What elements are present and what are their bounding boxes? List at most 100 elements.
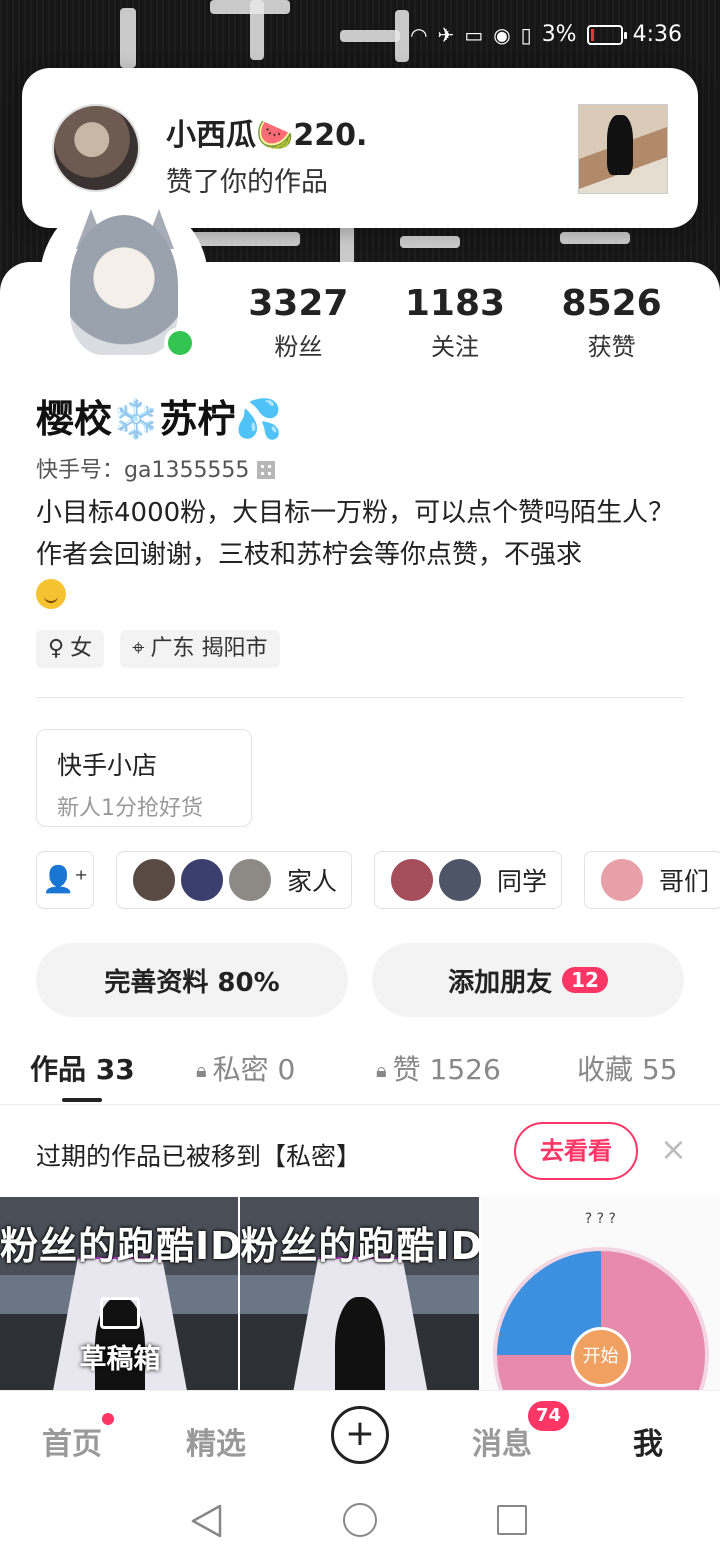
tab-private[interactable]: 🔒︎ 私密 0	[196, 1048, 295, 1088]
complete-profile-button[interactable]: 完善资料 80%	[36, 943, 348, 1017]
active-tab-indicator	[62, 1098, 102, 1102]
work-caption: 粉丝的跑酷ID在	[240, 1224, 479, 1268]
location-icon: ⌖	[132, 636, 145, 661]
content-tabs: 作品 33 🔒︎ 私密 0 🔒︎ 赞 1526 收藏 55	[0, 1048, 720, 1106]
location-tag: ⌖ 广东 揭阳市	[120, 630, 280, 668]
notification-avatar	[52, 104, 140, 192]
qr-code-icon[interactable]	[257, 461, 276, 479]
drafts-overlay: 草稿箱	[60, 1297, 180, 1376]
drafts-label: 草稿箱	[79, 1344, 161, 1375]
folder-icon	[100, 1297, 140, 1329]
work-thumbnail[interactable]: 粉丝的跑酷ID在	[240, 1197, 479, 1392]
gender-text: 女	[70, 636, 93, 661]
profile-tags: ♀ 女 ⌖ 广东 揭阳市	[36, 630, 280, 668]
kuaishou-id-text: 快手号：ga1355555	[36, 458, 250, 483]
female-icon: ♀	[48, 636, 65, 661]
location-text: 广东 揭阳市	[150, 636, 268, 661]
complete-profile-label: 完善资料 80%	[104, 967, 280, 998]
eye-icon: ◉	[493, 22, 511, 47]
member-avatar	[389, 857, 436, 903]
notification-action-text: 赞了你的作品	[166, 167, 328, 198]
group-label: 同学	[497, 867, 548, 896]
lock-icon: 🔒︎	[376, 1058, 387, 1082]
nav-featured[interactable]: 精选	[186, 1419, 246, 1463]
member-avatar	[179, 857, 225, 903]
vibrate-icon: ▯	[520, 22, 532, 47]
kuaishou-id[interactable]: 快手号：ga1355555	[36, 452, 276, 484]
works-grid: 粉丝的跑酷ID在 草稿箱 粉丝的跑酷ID在 ? ? ? 开始	[0, 1197, 720, 1392]
stat-value: 3327	[248, 283, 349, 324]
status-bar: ◠ ✈ ▭ ◉ ▯ 3% 4:36	[410, 22, 682, 47]
notice-text: 过期的作品已被移到【私密】	[36, 1142, 362, 1171]
group-label: 哥们	[659, 867, 710, 896]
wheel-start-label: 开始	[570, 1327, 631, 1387]
profile-nickname: 樱校❄️苏柠💦	[36, 397, 283, 441]
section-divider	[36, 697, 684, 698]
stat-value: 1183	[404, 283, 506, 324]
add-person-icon: 👤⁺	[41, 865, 89, 895]
home-circle-icon[interactable]	[343, 1503, 377, 1537]
wifi-icon: ◠	[410, 22, 428, 47]
clock: 4:36	[632, 22, 682, 47]
group-classmates[interactable]: 同学	[374, 851, 563, 909]
nav-home[interactable]: 首页	[42, 1419, 102, 1463]
add-friends-button[interactable]: 添加朋友 12	[372, 943, 684, 1017]
bottom-navigation: 首页 精选 + 消息 74 我	[0, 1390, 720, 1482]
member-avatar	[599, 857, 646, 903]
recent-apps-square-icon[interactable]	[497, 1505, 527, 1535]
tab-likes-label: 赞 1526	[392, 1053, 501, 1086]
close-icon[interactable]: ×	[660, 1133, 687, 1165]
stat-fans[interactable]: 3327 粉丝	[228, 283, 368, 362]
profile-bio: 小目标4000粉，大目标一万粉，可以点个赞吗陌生人？作者会回谢谢，三枝和苏柠会等…	[36, 492, 676, 618]
member-avatar	[227, 857, 273, 903]
tab-favorites-label: 收藏 55	[577, 1053, 678, 1086]
group-label: 家人	[287, 867, 338, 896]
stat-label: 粉丝	[274, 333, 323, 361]
lock-icon: 🔒︎	[196, 1058, 207, 1082]
back-triangle-icon[interactable]	[190, 1504, 222, 1538]
online-status-dot	[164, 327, 196, 359]
stat-value: 8526	[561, 283, 662, 324]
tab-favorites[interactable]: 收藏 55	[577, 1048, 678, 1088]
stat-label: 关注	[430, 333, 479, 361]
add-friends-badge: 12	[562, 967, 608, 993]
battery-percent: 3%	[541, 22, 577, 47]
stat-following[interactable]: 1183 关注	[385, 283, 525, 362]
add-person-button[interactable]: 👤⁺	[36, 851, 94, 909]
expired-works-notice: 过期的作品已被移到【私密】 去看看 ×	[0, 1105, 720, 1197]
drafts-cell[interactable]: 粉丝的跑酷ID在 草稿箱	[0, 1197, 239, 1392]
messages-badge: 74	[528, 1401, 570, 1431]
airplane-icon: ✈	[437, 22, 455, 47]
kuaishou-shop-card[interactable]: 快手小店 新人1分抢好货	[36, 729, 252, 827]
shop-subtitle: 新人1分抢好货	[57, 796, 203, 821]
notification-work-thumbnail[interactable]	[578, 104, 668, 194]
bio-text: 小目标4000粉，大目标一万粉，可以点个赞吗陌生人？作者会回谢谢，三枝和苏柠会等…	[36, 498, 675, 570]
nav-messages[interactable]: 消息	[472, 1419, 532, 1463]
work-thumbnail[interactable]: ? ? ? 开始	[480, 1197, 720, 1392]
cast-icon: ▭	[464, 22, 484, 47]
group-family[interactable]: 家人	[116, 851, 353, 909]
nav-me[interactable]: 我	[633, 1419, 663, 1463]
home-notification-dot	[102, 1413, 114, 1425]
member-avatar	[437, 857, 484, 903]
notification-user-name: 小西瓜🍉220.	[166, 118, 368, 153]
tab-likes[interactable]: 🔒︎ 赞 1526	[376, 1048, 501, 1088]
tab-private-label: 私密 0	[212, 1053, 296, 1086]
go-see-button[interactable]: 去看看	[514, 1122, 638, 1180]
member-avatar	[131, 857, 177, 903]
tab-works[interactable]: 作品 33	[30, 1048, 135, 1088]
gender-tag: ♀ 女	[36, 630, 105, 668]
smile-emoji-icon	[36, 579, 66, 609]
group-buddies[interactable]: 哥们	[584, 851, 720, 909]
system-navigation-bar	[0, 1482, 720, 1560]
friend-groups: 👤⁺ 家人 同学 哥们	[36, 851, 720, 909]
stat-label: 获赞	[587, 333, 636, 361]
stat-likes[interactable]: 8526 获赞	[542, 283, 682, 362]
profile-stats: 3327 粉丝 1183 关注 8526 获赞	[220, 283, 690, 362]
battery-icon	[586, 24, 627, 45]
tab-works-label: 作品 33	[30, 1053, 135, 1086]
create-plus-button[interactable]: +	[331, 1406, 389, 1464]
add-friends-label: 添加朋友	[448, 967, 553, 998]
work-caption: 粉丝的跑酷ID在	[0, 1224, 239, 1268]
shop-title: 快手小店	[57, 751, 158, 780]
